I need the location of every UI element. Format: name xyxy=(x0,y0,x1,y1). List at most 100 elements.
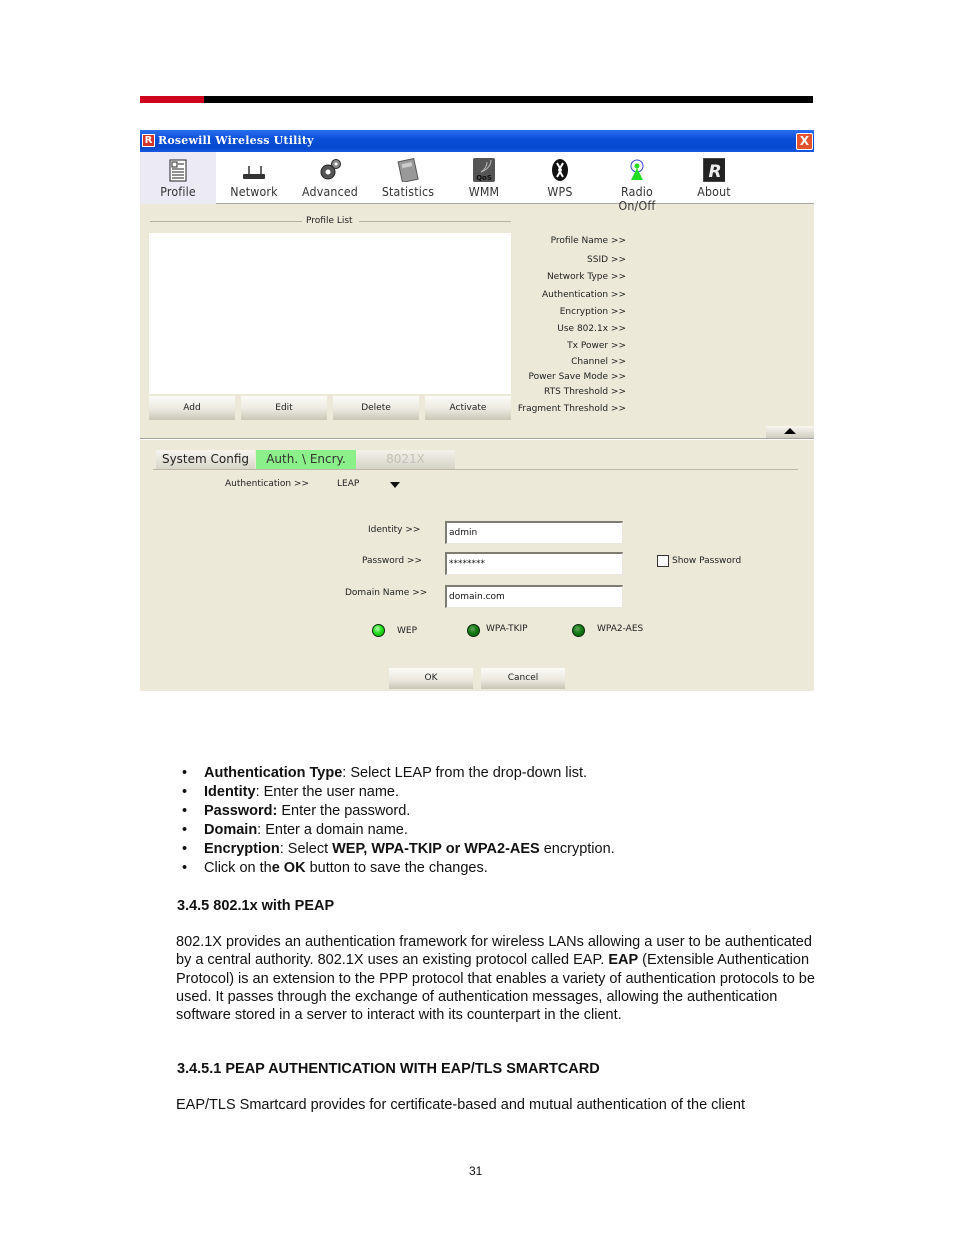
toolbar-label: Profile xyxy=(160,185,196,199)
activate-button[interactable]: Activate xyxy=(425,396,511,420)
fieldset-rule xyxy=(150,221,302,222)
svg-text:R: R xyxy=(708,162,721,182)
paragraph-bold: EAP xyxy=(608,952,639,969)
profile-name-label: Profile Name >> xyxy=(550,236,626,246)
toolbar-item-radio[interactable]: Radio On/Off xyxy=(598,152,676,213)
fieldset-rule xyxy=(359,221,511,222)
profile-list[interactable] xyxy=(149,233,511,394)
rts-threshold-label: RTS Threshold >> xyxy=(544,387,626,397)
profile-list-title: Profile List xyxy=(306,216,353,226)
encryption-label: Encryption >> xyxy=(559,307,626,317)
wireless-utility-window: R Rosewill Wireless Utility X Profile Ne… xyxy=(140,130,814,691)
list-item: Identity: Enter the user name. xyxy=(182,783,615,802)
instruction-list: Authentication Type: Select LEAP from th… xyxy=(182,764,615,878)
list-item: Domain: Enter a domain name. xyxy=(182,821,615,840)
wep-radio[interactable] xyxy=(372,624,385,637)
tab-system-config[interactable]: System Config xyxy=(156,450,255,469)
toolbar-item-network[interactable]: Network xyxy=(216,152,292,204)
bullet-term: Domain xyxy=(204,822,258,838)
window-title: Rosewill Wireless Utility xyxy=(158,134,314,147)
authentication-type-label: Authentication >> xyxy=(225,479,310,489)
wps-icon xyxy=(552,159,568,181)
add-button[interactable]: Add xyxy=(149,396,235,420)
toolbar-item-profile[interactable]: Profile xyxy=(140,152,216,204)
section-heading: 3.4.5 802.1x with PEAP xyxy=(177,898,335,914)
ok-button[interactable]: OK xyxy=(389,668,473,689)
password-input[interactable] xyxy=(445,552,623,575)
bullet-term: Identity xyxy=(204,784,256,800)
tx-power-label: Tx Power >> xyxy=(567,341,626,351)
paragraph-smartcard: EAP/TLS Smartcard provides for certifica… xyxy=(176,1097,746,1113)
bullet-term: Authentication Type xyxy=(204,765,343,781)
password-label: Password >> xyxy=(362,556,422,566)
tab-8021x[interactable]: 8021X xyxy=(356,450,455,469)
bullet-text: : Select LEAP from the drop-down list. xyxy=(342,765,588,781)
toolbar-label: WPS xyxy=(547,185,573,199)
wep-label: WEP xyxy=(397,626,418,636)
bullet-text: encryption. xyxy=(539,841,615,857)
authentication-label: Authentication >> xyxy=(541,290,626,300)
show-password-label: Show Password xyxy=(672,556,742,566)
tab-auth-encry[interactable]: Auth. \ Encry. xyxy=(256,450,356,469)
domain-name-label: Domain Name >> xyxy=(345,588,428,598)
rosewill-logo-icon: R xyxy=(703,158,725,182)
network-type-label: Network Type >> xyxy=(546,272,626,282)
bullet-term: WEP, WPA-TKIP or WPA2-AES xyxy=(332,841,540,857)
bullet-text: Enter the password. xyxy=(277,803,411,819)
collapse-button[interactable] xyxy=(766,426,814,438)
header-rule-accent xyxy=(140,96,204,103)
ssid-label: SSID >> xyxy=(587,255,626,265)
identity-label: Identity >> xyxy=(368,525,421,535)
calculator-icon xyxy=(397,158,419,182)
wpa2-aes-label: WPA2-AES xyxy=(597,624,644,634)
cancel-button[interactable]: Cancel xyxy=(481,668,565,689)
close-button[interactable]: X xyxy=(796,133,813,150)
gears-icon xyxy=(320,159,341,180)
toolbar-label: Advanced xyxy=(301,185,359,199)
bullet-term: e OK xyxy=(271,860,306,876)
toolbar-label: WMM xyxy=(468,185,500,199)
toolbar-item-wps[interactable]: WPS xyxy=(522,152,598,204)
show-password-checkbox[interactable] xyxy=(657,555,669,567)
subsection-heading: 3.4.5.1 PEAP AUTHENTICATION WITH EAP/TLS… xyxy=(177,1061,600,1077)
qos-icon: QoS xyxy=(473,158,495,182)
panel-separator xyxy=(140,438,814,440)
list-item: Authentication Type: Select LEAP from th… xyxy=(182,764,615,783)
power-save-mode-label: Power Save Mode >> xyxy=(528,372,627,382)
domain-name-input[interactable] xyxy=(445,585,623,608)
router-icon xyxy=(243,166,265,179)
bullet-text: button to save the changes. xyxy=(305,860,488,876)
tab-baseline xyxy=(153,469,798,470)
antenna-icon xyxy=(630,159,644,180)
bullet-text: Click on th xyxy=(204,860,272,876)
paragraph-8021x: 802.1X provides an authentication framew… xyxy=(176,933,816,1024)
wpa2-aes-radio[interactable] xyxy=(572,624,585,637)
list-item: Click on the OK button to save the chang… xyxy=(182,859,615,878)
fragment-threshold-label: Fragment Threshold >> xyxy=(517,404,626,414)
wpa-tkip-label: WPA-TKIP xyxy=(486,624,528,634)
page-number: 31 xyxy=(469,1164,483,1178)
bullet-text: : Select xyxy=(279,841,333,857)
edit-button[interactable]: Edit xyxy=(241,396,327,420)
toolbar-item-statistics[interactable]: Statistics xyxy=(370,152,446,204)
delete-button[interactable]: Delete xyxy=(333,396,419,420)
toolbar-item-about[interactable]: R About xyxy=(676,152,752,204)
use-8021x-label: Use 802.1x >> xyxy=(557,324,626,334)
title-bar[interactable]: R Rosewill Wireless Utility X xyxy=(140,130,814,152)
identity-input[interactable] xyxy=(445,521,623,544)
authentication-type-select[interactable]: LEAP xyxy=(337,479,359,490)
profile-document-icon xyxy=(169,159,187,182)
toolbar-item-wmm[interactable]: QoS WMM xyxy=(446,152,522,204)
svg-text:QoS: QoS xyxy=(476,174,492,182)
toolbar-item-advanced[interactable]: Advanced xyxy=(292,152,368,204)
toolbar-label: Statistics xyxy=(381,185,435,199)
bullet-text: : Enter the user name. xyxy=(255,784,400,800)
channel-label: Channel >> xyxy=(571,357,626,367)
bullet-term: Encryption xyxy=(204,841,280,857)
chevron-down-icon[interactable] xyxy=(390,482,400,488)
header-rule xyxy=(140,96,813,103)
list-item: Password: Enter the password. xyxy=(182,802,615,821)
bullet-text: : Enter a domain name. xyxy=(257,822,408,838)
main-toolbar: Profile Network Advanced Statistics QoS … xyxy=(140,152,814,213)
wpa-tkip-radio[interactable] xyxy=(467,624,480,637)
